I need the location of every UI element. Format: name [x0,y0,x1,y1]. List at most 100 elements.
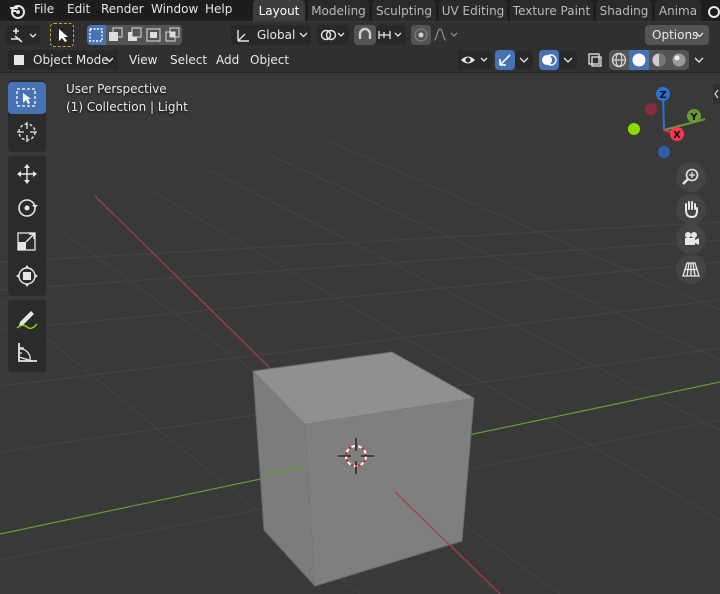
zoom-icon [682,168,699,185]
tool-rotate[interactable] [8,192,46,224]
overlays-toggle[interactable] [539,50,559,70]
mode-extend-selection[interactable] [106,25,125,45]
snap-toggle[interactable] [354,25,376,45]
grid-perspective-icon [682,262,700,277]
tab-texture-paint[interactable]: Texture Paint [510,0,593,21]
blender-scene-icon [708,6,720,18]
gizmo-y-label: Y [689,112,698,123]
snap-target-dropdown[interactable] [376,25,406,45]
tab-sculpting[interactable]: Sculpting [372,0,436,21]
xray-toggle[interactable] [585,50,605,70]
select-menu[interactable]: Select [170,50,207,70]
object-visibility-dropdown[interactable] [458,50,492,70]
gizmo-toggle[interactable] [495,50,515,70]
tool-select-box[interactable] [8,82,46,114]
overlays-options-dropdown[interactable] [559,50,577,70]
gizmo-z-label: Z [659,90,666,101]
tool-measure[interactable] [8,336,46,368]
shading-wireframe[interactable] [609,50,629,70]
orientation-axes-icon [237,30,249,42]
object-menu[interactable]: Object [250,50,289,70]
chevron-down-icon [299,32,308,38]
editor-type-button[interactable] [6,25,40,45]
view-menu[interactable]: View [129,50,157,70]
hand-icon [685,201,698,219]
shading-rendered[interactable] [669,50,689,70]
gizmo-x-label: X [673,130,681,141]
magnet-icon [358,27,372,39]
cube-mesh[interactable] [252,351,475,587]
rendered-sphere-icon [672,53,686,67]
gizmo-icon [499,54,511,66]
shading-options-dropdown[interactable] [690,50,708,70]
mode-intersect-selection[interactable] [163,25,182,45]
select-extend-icon [109,27,123,41]
transform-icon [16,265,38,287]
menu-edit[interactable]: Edit [67,0,90,21]
tool-transform[interactable] [8,260,46,292]
pan-view-button[interactable] [676,194,706,224]
tab-shading[interactable]: Shading [596,0,652,21]
interaction-mode-dropdown[interactable]: Object Mode [8,50,118,70]
select-new-icon [89,28,103,42]
pivot-point-icon [320,29,345,41]
menu-render[interactable]: Render [101,0,144,21]
shading-material-preview[interactable] [649,50,669,70]
chevron-down-icon [695,32,704,38]
tool-annotate[interactable] [8,302,46,334]
tab-modeling[interactable]: Modeling [308,0,369,21]
camera-view-button[interactable] [676,224,706,254]
object-mode-icon [14,55,24,65]
snap-increment-icon [378,31,402,39]
toggle-perspective-button[interactable] [676,254,706,284]
gizmo-neg-z[interactable] [658,146,670,158]
rotate-icon [18,199,38,217]
menu-help[interactable]: Help [205,0,232,21]
mode-subtract-selection[interactable] [125,25,144,45]
select-cursor-icon [59,29,68,42]
view-perspective-label: User Perspective [66,82,167,96]
select-box-icon [16,88,36,107]
options-label: Options [652,28,699,42]
gizmo-neg-x[interactable] [628,123,640,135]
overlays-icon [542,54,557,66]
move-icon [17,164,37,184]
transform-orientation-dropdown[interactable]: Global [231,25,311,45]
proportional-falloff-dropdown[interactable] [431,25,461,45]
gizmo-neg-y[interactable] [645,103,657,115]
measure-icon [18,343,37,362]
tab-layout[interactable]: Layout [253,0,305,21]
add-menu[interactable]: Add [216,50,239,70]
zoom-view-button[interactable] [676,162,706,192]
mode-new-selection[interactable] [87,25,106,45]
wireframe-sphere-icon [611,52,627,68]
proportional-editing-toggle[interactable] [411,25,431,45]
select-subtract-icon [128,27,142,41]
active-tool-button[interactable] [50,23,74,47]
chevron-down-icon [694,57,704,63]
active-collection-label: (1) Collection | Light [66,100,188,114]
chevron-down-icon [105,57,114,63]
shading-solid[interactable] [629,50,649,70]
xray-icon [588,53,602,67]
navigation-gizmo[interactable]: Z Y X [625,84,705,164]
tool-cursor[interactable] [8,116,46,148]
blender-logo-icon[interactable] [8,2,26,20]
menu-window[interactable]: Window [151,0,198,21]
mode-invert-selection[interactable] [144,25,163,45]
sidebar-toggle[interactable] [713,84,720,104]
interaction-mode-value: Object Mode [33,53,109,67]
tool-move[interactable] [8,158,46,190]
eye-icon [461,56,488,64]
pivot-point-dropdown[interactable] [317,25,349,45]
camera-icon [685,232,699,245]
editor-type-icon [11,28,37,43]
viewport-header: Object Mode View Select Add Object [0,48,720,73]
tool-scale[interactable] [8,226,46,258]
gizmo-options-dropdown[interactable] [515,50,533,70]
tab-uv-editing[interactable]: UV Editing [439,0,507,21]
tab-animation[interactable]: Anima [655,0,701,21]
options-dropdown[interactable]: Options [645,25,709,45]
menu-file[interactable]: File [34,0,54,21]
chevron-down-icon [519,57,529,63]
